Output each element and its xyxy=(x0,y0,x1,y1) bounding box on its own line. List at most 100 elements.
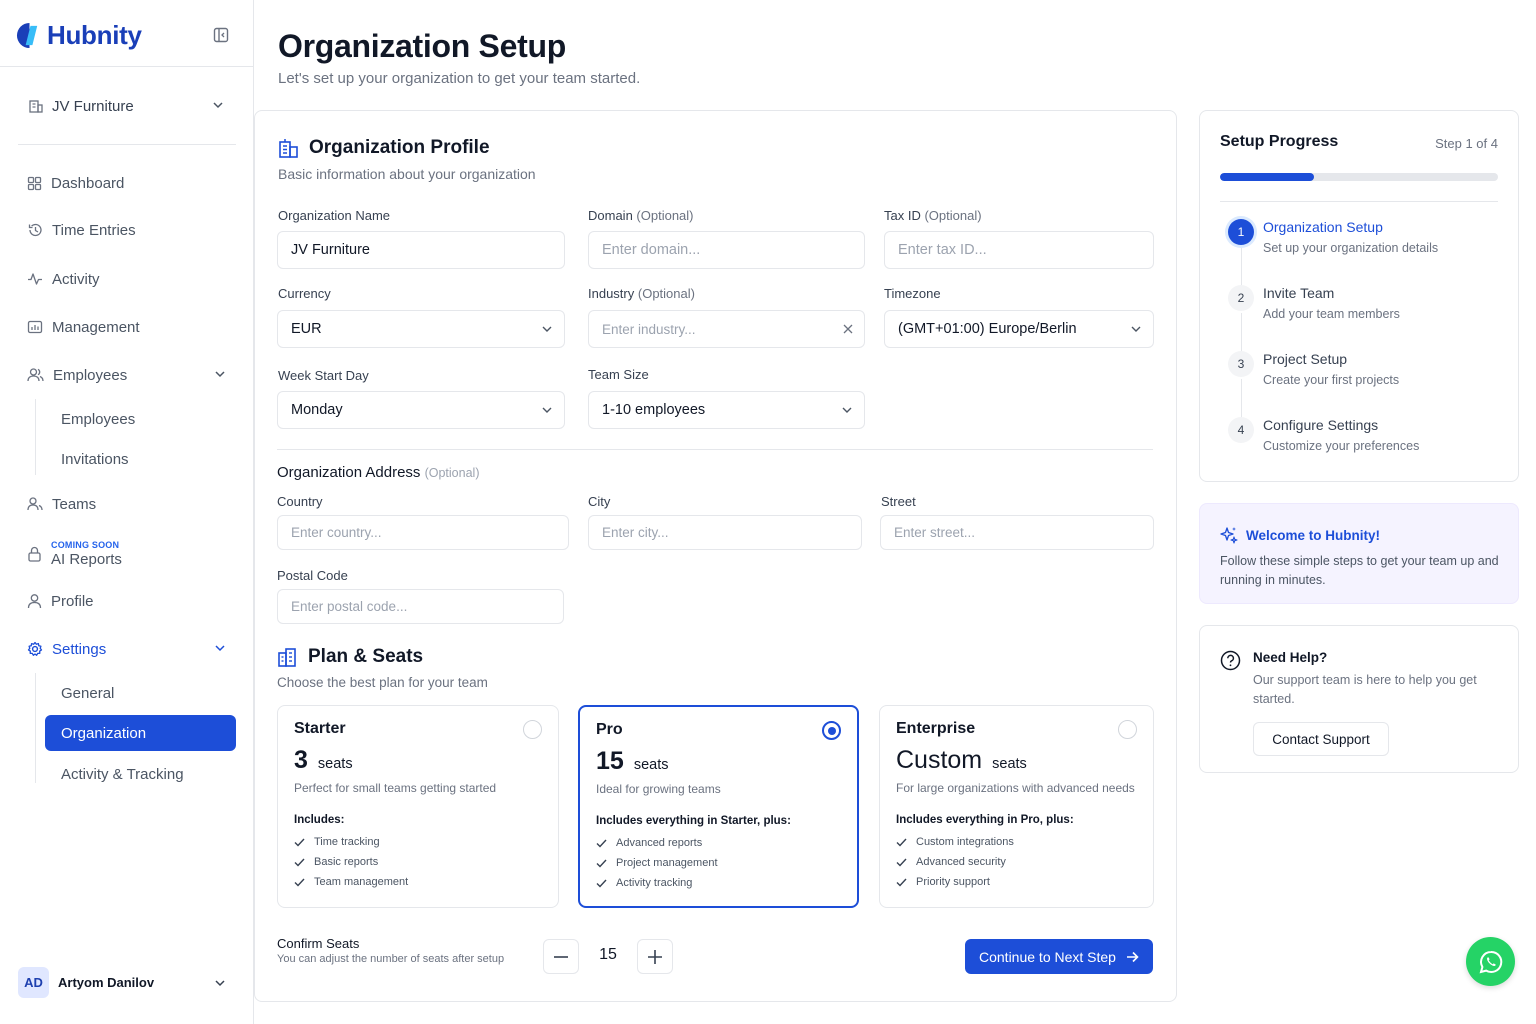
sidebar-item-ai-reports[interactable]: COMING SOON AI Reports xyxy=(18,536,236,572)
currency-label: Currency xyxy=(278,286,331,301)
progress-step-1[interactable]: 1 Organization Setup Set up your organiza… xyxy=(1228,219,1438,255)
step-desc: Add your team members xyxy=(1263,307,1400,321)
plus-icon xyxy=(648,949,662,964)
plan-radio-selected[interactable] xyxy=(822,721,841,740)
check-icon xyxy=(896,878,907,887)
plan-seats: Custom seats xyxy=(896,746,1027,775)
org-name-input[interactable]: JV Furniture xyxy=(277,231,565,269)
sidebar-item-settings[interactable]: Settings xyxy=(18,631,236,667)
progress-divider xyxy=(1220,201,1498,202)
clear-icon[interactable] xyxy=(843,324,853,334)
check-icon xyxy=(596,879,607,888)
sidebar-item-time-entries[interactable]: Time Entries xyxy=(18,212,236,248)
team-size-select[interactable]: 1-10 employees xyxy=(588,391,865,429)
week-start-select[interactable]: Monday xyxy=(277,391,565,429)
postal-code-label: Postal Code xyxy=(277,568,348,583)
sidebar-collapse-icon[interactable] xyxy=(212,26,230,44)
check-icon xyxy=(294,858,305,867)
welcome-heading: Welcome to Hubnity! xyxy=(1220,526,1380,544)
progress-fill xyxy=(1220,173,1314,181)
plan-card-starter[interactable]: Starter 3 seats Perfect for small teams … xyxy=(277,705,559,908)
week-start-value: Monday xyxy=(291,402,343,418)
sidebar-item-employees[interactable]: Employees xyxy=(18,357,236,393)
sidebar-subitem-activity-tracking[interactable]: Activity & Tracking xyxy=(45,756,236,792)
chevron-down-icon xyxy=(215,371,225,378)
progress-step-3[interactable]: 3 Project Setup Create your first project… xyxy=(1228,351,1399,387)
domain-label: Domain (Optional) xyxy=(588,208,694,223)
street-input[interactable]: Enter street... xyxy=(880,515,1154,550)
button-label: Continue to Next Step xyxy=(979,948,1116,965)
contact-support-button[interactable]: Contact Support xyxy=(1253,722,1389,756)
sidebar-subitem-organization[interactable]: Organization xyxy=(45,715,236,751)
sidebar-item-management[interactable]: Management xyxy=(18,309,236,345)
step-number: 3 xyxy=(1228,351,1254,377)
street-label: Street xyxy=(881,494,916,509)
sidebar: Hubnity JV Furniture Dashboard Time Entr… xyxy=(0,0,254,1024)
optional-tag: (Optional) xyxy=(424,466,480,480)
feature-text: Custom integrations xyxy=(916,836,1014,848)
optional-tag: (Optional) xyxy=(636,208,694,223)
step-title: Invite Team xyxy=(1263,285,1335,301)
currency-select[interactable]: EUR xyxy=(277,310,565,348)
plan-description: For large organizations with advanced ne… xyxy=(896,781,1135,795)
chart-box-icon xyxy=(27,320,43,334)
step-desc: Customize your preferences xyxy=(1263,439,1420,453)
timezone-select[interactable]: (GMT+01:00) Europe/Berlin xyxy=(884,310,1154,348)
plan-feature: Project management xyxy=(596,857,718,869)
step-number: 2 xyxy=(1228,285,1254,311)
label-text: Industry xyxy=(588,286,635,301)
sidebar-item-activity[interactable]: Activity xyxy=(18,261,236,297)
org-switcher[interactable]: JV Furniture xyxy=(18,88,236,124)
postal-code-input[interactable]: Enter postal code... xyxy=(277,589,564,624)
progress-title: Setup Progress xyxy=(1220,133,1339,150)
sidebar-subitem-employees[interactable]: Employees xyxy=(45,401,236,437)
confirm-seats-hint: You can adjust the number of seats after… xyxy=(277,953,505,965)
continue-next-step-button[interactable]: Continue to Next Step xyxy=(965,939,1153,974)
plan-name: Starter xyxy=(294,720,346,737)
sparkles-icon xyxy=(1220,527,1238,544)
progress-step-count: Step 1 of 4 xyxy=(1435,136,1498,151)
plan-feature: Time tracking xyxy=(294,836,380,848)
country-input[interactable]: Enter country... xyxy=(277,515,569,550)
industry-input[interactable]: Enter industry... xyxy=(588,310,865,348)
plan-card-pro[interactable]: Pro 15 seats Ideal for growing teams Inc… xyxy=(578,705,859,908)
sidebar-item-label: Settings xyxy=(52,640,107,658)
decrement-seats-button[interactable] xyxy=(543,939,579,974)
submenu-guide-line xyxy=(35,399,36,475)
increment-seats-button[interactable] xyxy=(637,939,673,974)
progress-bar xyxy=(1220,173,1498,181)
brand[interactable]: Hubnity xyxy=(16,18,142,52)
building-icon xyxy=(29,100,43,113)
label-text: Organization Name xyxy=(278,208,390,223)
plan-name: Enterprise xyxy=(896,720,976,737)
sidebar-item-dashboard[interactable]: Dashboard xyxy=(18,165,236,201)
tax-id-input[interactable]: Enter tax ID... xyxy=(884,231,1154,269)
plan-seats: 3 seats xyxy=(294,746,353,775)
check-icon xyxy=(294,878,305,887)
step-desc: Create your first projects xyxy=(1263,373,1400,387)
seats-count: 3 xyxy=(294,746,308,774)
sidebar-item-teams[interactable]: Teams xyxy=(18,486,236,522)
chevron-down-icon xyxy=(542,407,552,413)
whatsapp-chat-button[interactable] xyxy=(1466,937,1515,986)
progress-step-2[interactable]: 2 Invite Team Add your team members xyxy=(1228,285,1400,321)
minus-icon xyxy=(554,955,568,958)
plan-feature: Advanced security xyxy=(896,856,1006,868)
domain-input[interactable]: Enter domain... xyxy=(588,231,865,269)
org-switcher-label: JV Furniture xyxy=(52,97,134,115)
user-menu[interactable]: AD Artyom Danilov xyxy=(18,966,236,998)
help-circle-icon xyxy=(1220,650,1241,671)
building-icon xyxy=(279,138,298,158)
step-desc: Set up your organization details xyxy=(1263,241,1439,255)
city-input[interactable]: Enter city... xyxy=(588,515,862,550)
plan-radio[interactable] xyxy=(523,720,542,739)
sidebar-subitem-general[interactable]: General xyxy=(45,675,236,711)
sidebar-item-profile[interactable]: Profile xyxy=(18,583,236,619)
seats-value[interactable]: 15 xyxy=(580,946,636,964)
plan-card-enterprise[interactable]: Enterprise Custom seats For large organi… xyxy=(879,705,1154,908)
progress-step-4[interactable]: 4 Configure Settings Customize your prefe… xyxy=(1228,417,1419,453)
sidebar-subitem-invitations[interactable]: Invitations xyxy=(45,441,236,477)
plan-radio[interactable] xyxy=(1118,720,1137,739)
industry-placeholder: Enter industry... xyxy=(602,321,696,337)
org-name-label: Organization Name xyxy=(278,208,390,223)
